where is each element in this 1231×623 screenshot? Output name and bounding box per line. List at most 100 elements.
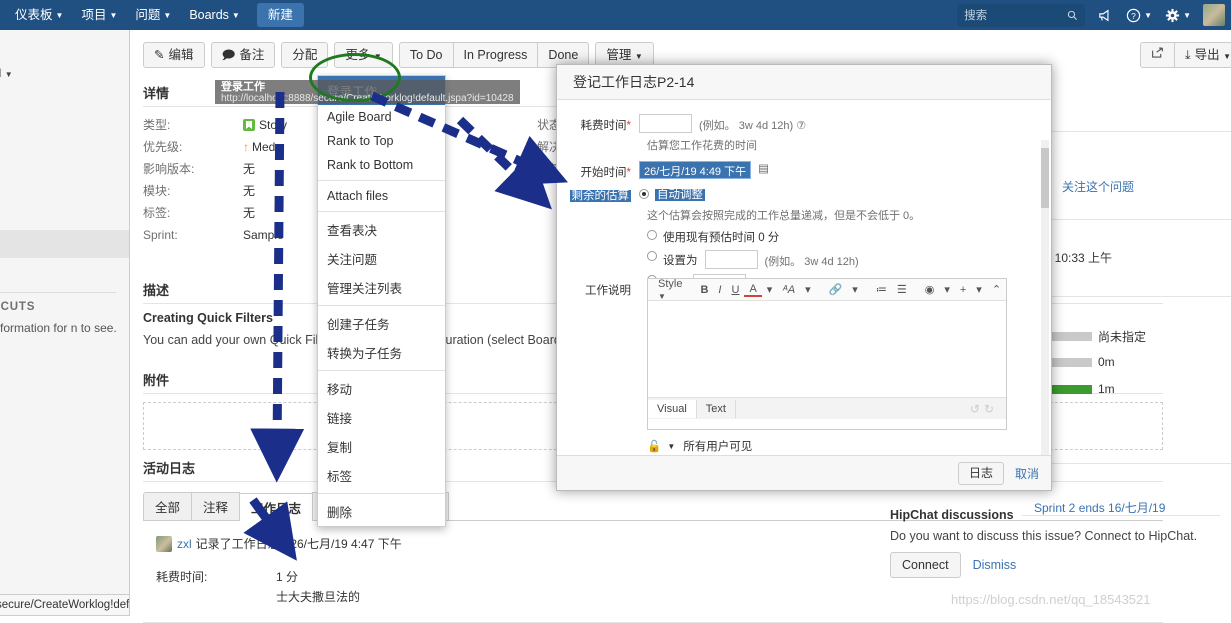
menu-item-clone[interactable]: 复制	[318, 432, 445, 461]
insert-icon[interactable]: ◉	[920, 283, 940, 296]
field-label: 影响版本:	[143, 162, 195, 176]
connect-button[interactable]: Connect	[890, 552, 961, 578]
nav-item-boards[interactable]: Boards ▼	[180, 0, 249, 30]
chevron-down-icon[interactable]: ▾	[800, 283, 816, 296]
time-spent-sub: 估算您工作花费的时间	[647, 140, 757, 152]
chevron-down-icon: ▼	[231, 11, 240, 20]
dismiss-link[interactable]: Dismiss	[973, 558, 1017, 572]
search-placeholder: 搜索	[964, 10, 988, 22]
chevron-down-icon: ▼	[1144, 10, 1153, 20]
menu-item-rank-to-top[interactable]: Rank to Top	[318, 129, 445, 153]
tab-worklog[interactable]: 工作日志	[239, 493, 314, 521]
menu-item-attach-files[interactable]: Attach files	[318, 184, 445, 208]
editor-tab-visual[interactable]: Visual	[648, 399, 697, 418]
cancel-link[interactable]: 取消	[1015, 465, 1039, 482]
remaining-option-auto[interactable]: 自动调整	[639, 186, 705, 203]
menu-item-convert-to-subtask[interactable]: 转换为子任务	[318, 338, 445, 367]
tab-comments[interactable]: 注释	[191, 492, 241, 520]
sidebar-item-selected[interactable]	[0, 230, 129, 258]
remaining-auto-sub: 这个估算会按照完成的工作总量递减，但是不会低于 0。	[647, 210, 921, 222]
radio-use-existing[interactable]	[647, 230, 657, 240]
export-button[interactable]: ⤓ 导出 ▼	[1174, 42, 1231, 68]
time-spent-input[interactable]	[639, 114, 692, 133]
list-bullet-icon[interactable]: ☰	[892, 283, 912, 296]
nav-item-issues[interactable]: 问题 ▼	[126, 0, 180, 30]
start-date-input[interactable]: 26/七月/19 4:49 下午	[639, 161, 752, 179]
log-button[interactable]: 日志	[957, 461, 1004, 485]
menu-item-view-votes[interactable]: 查看表决	[318, 215, 445, 244]
undo-icon[interactable]: ↺	[970, 402, 984, 416]
search-input[interactable]: 搜索	[957, 3, 1086, 27]
sidebar-shortcuts-text: eful information for n to see.	[0, 321, 117, 335]
nav-item-dashboard[interactable]: 仪表板 ▼	[6, 0, 72, 30]
menu-item-agile-board[interactable]: Agile Board	[318, 105, 445, 129]
menu-item-link[interactable]: 链接	[318, 403, 445, 432]
time-spent-hint: (例如。 3w 4d 12h) ⑦	[699, 120, 807, 132]
menu-item-manage-watchers[interactable]: 管理关注列表	[318, 273, 445, 302]
radio-set-to[interactable]	[647, 251, 657, 261]
tab-all[interactable]: 全部	[143, 492, 193, 520]
menu-item-delete[interactable]: 删除	[318, 497, 445, 526]
status-todo-button[interactable]: To Do	[398, 42, 454, 68]
dialog-scrollbar-thumb[interactable]	[1041, 148, 1049, 208]
remaining-option-existing[interactable]: 使用现有预估时间 0 分	[647, 229, 1051, 245]
visibility-label: 所有用户可见	[683, 441, 753, 453]
worklog-note: 士大夫撒旦法的	[276, 590, 361, 604]
edit-button[interactable]: ✎ 编辑	[143, 42, 205, 68]
more-dropdown-menu: 登录工作 Agile Board Rank to Top Rank to Bot…	[317, 75, 446, 527]
menu-item-create-subtask[interactable]: 创建子任务	[318, 309, 445, 338]
italic-button[interactable]: I	[713, 284, 726, 296]
status-inprogress-button[interactable]: In Progress	[452, 42, 539, 68]
worklog-time-block: 1 分 士大夫撒旦法的	[276, 568, 360, 605]
estimate-label: 尚未指定	[1098, 330, 1147, 344]
share-button[interactable]	[1140, 42, 1176, 68]
settings-button[interactable]: ▼	[1165, 8, 1191, 23]
menu-item-watch-issue[interactable]: 关注问题	[318, 244, 445, 273]
style-dropdown[interactable]: Style ▼	[653, 278, 687, 302]
unlock-icon: 🔓	[647, 441, 662, 453]
watch-issue-link[interactable]: 关注这个问题	[1062, 178, 1134, 195]
calendar-icon[interactable]: ▤	[758, 161, 769, 180]
plus-icon[interactable]: +	[955, 284, 971, 296]
edit-label: 编辑	[168, 48, 194, 62]
field-value: 无	[243, 206, 256, 220]
sidebar-board-selector[interactable]: ard ▼	[0, 66, 13, 80]
underline-button[interactable]: U	[726, 284, 744, 296]
remaining-option-setto[interactable]: 设置为 (例如。 3w 4d 12h)	[647, 250, 1051, 269]
panel-divider	[1040, 131, 1231, 132]
log-work-dialog: 登记工作日志P2-14 耗费时间* (例如。 3w 4d 12h) ⑦ 估算您工…	[556, 64, 1052, 491]
menu-item-move[interactable]: 移动	[318, 374, 445, 403]
redo-icon[interactable]: ↻	[984, 402, 998, 416]
bold-button[interactable]: B	[695, 284, 713, 296]
visibility-selector[interactable]: 🔓 ▼ 所有用户可见	[647, 438, 752, 454]
chevron-down-icon[interactable]: ▾	[971, 283, 987, 296]
set-to-input[interactable]	[704, 250, 758, 269]
text-color-button[interactable]: A	[744, 283, 762, 297]
link-icon[interactable]: 🔗	[824, 283, 848, 296]
sidebar-shortcuts-header: ORTCUTS	[0, 301, 36, 313]
nav-item-projects[interactable]: 项目 ▼	[72, 0, 126, 30]
nav-item-label: 问题	[135, 8, 161, 22]
help-icon[interactable]: ⑦	[796, 120, 806, 132]
create-button[interactable]: 新建	[256, 3, 304, 27]
avatar[interactable]	[1203, 4, 1225, 26]
chevron-down-icon[interactable]: ▾	[939, 283, 955, 296]
text-format-button[interactable]: ᴬA	[777, 284, 800, 296]
comment-button[interactable]: 🗩 备注	[210, 42, 276, 68]
announcements-button[interactable]	[1098, 9, 1113, 22]
work-description-textarea[interactable]	[648, 301, 1006, 397]
work-description-editor: Style ▼ B I U A ▾ ᴬA ▾ 🔗 ▾ ≔ ☰ ◉ ▾ + ▾ ⌃…	[647, 278, 1007, 430]
hipchat-description: Do you want to discuss this issue? Conne…	[890, 529, 1198, 543]
field-value: ↑ Med	[243, 140, 276, 154]
editor-tab-text[interactable]: Text	[697, 399, 736, 418]
list-numbered-icon[interactable]: ≔	[871, 283, 892, 296]
chevron-down-icon[interactable]: ▾	[762, 283, 778, 296]
collapse-icon[interactable]: ⌃	[987, 283, 1006, 296]
menu-item-rank-to-bottom[interactable]: Rank to Bottom	[318, 153, 445, 177]
chevron-down-icon[interactable]: ▾	[847, 283, 863, 296]
worklog-author[interactable]: zxl	[177, 537, 192, 551]
help-button[interactable]: ? ▼	[1126, 8, 1152, 23]
menu-item-labels[interactable]: 标签	[318, 461, 445, 490]
radio-auto-adjust[interactable]	[639, 189, 649, 199]
hipchat-section: HipChat discussions Do you want to discu…	[890, 508, 1220, 578]
